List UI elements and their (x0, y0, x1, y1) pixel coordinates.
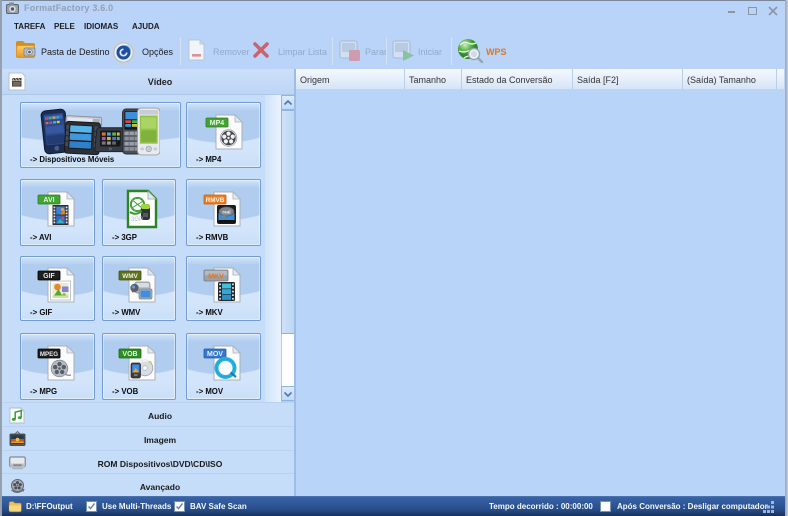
svg-text:WMV: WMV (122, 273, 138, 280)
svg-text:MPEG: MPEG (40, 351, 58, 358)
svg-text:MP4: MP4 (210, 120, 225, 127)
svg-text:MOV: MOV (207, 351, 223, 358)
svg-text:RMVB: RMVB (206, 197, 225, 204)
svg-text:VOB: VOB (122, 351, 137, 358)
svg-text:MKV: MKV (208, 274, 224, 281)
svg-text:real: real (222, 210, 230, 215)
svg-text:3GP: 3GP (131, 217, 143, 223)
svg-text:GIF: GIF (43, 273, 55, 280)
svg-text:AVI: AVI (43, 197, 54, 204)
